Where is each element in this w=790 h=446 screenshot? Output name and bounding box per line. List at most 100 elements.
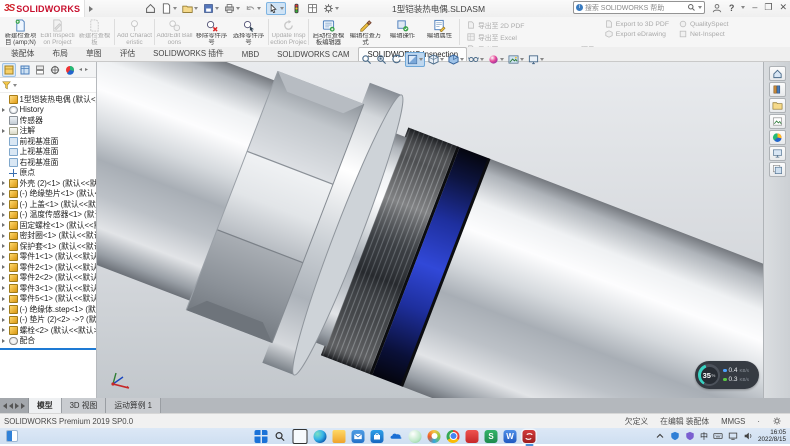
filter-caret[interactable] [13, 84, 17, 87]
edit-inspection-project-button[interactable]: Edit Inspection Project [39, 17, 76, 47]
red-app-icon[interactable] [466, 430, 479, 443]
add-edit-balloons-button[interactable]: Add/Edit Balloons [156, 17, 193, 47]
3d-views-tab[interactable]: 3D 视图 [62, 398, 107, 413]
tree-item-component[interactable]: 外壳 (2)<1> (默认<<默认>_显示状 [0, 178, 96, 189]
add-characteristic-button[interactable]: Add Characteristic [116, 17, 153, 47]
apply-scene-icon[interactable] [507, 53, 525, 66]
zoom-area-icon[interactable] [375, 53, 388, 66]
custom-properties-tab[interactable] [769, 146, 786, 161]
status-options-icon[interactable] [772, 416, 782, 426]
tab-evaluate[interactable]: 评估 [111, 45, 145, 61]
solidworks-app-icon[interactable] [523, 430, 536, 443]
tab-sketch[interactable]: 草图 [77, 45, 111, 61]
tree-item-component[interactable]: 螺栓<2> (默认<<默认>_显示状态 [0, 325, 96, 336]
previous-view-icon[interactable] [390, 53, 403, 66]
tree-item-component[interactable]: 零件3<1> (默认<<默认>_显示状 [0, 283, 96, 294]
section-view-icon[interactable] [405, 52, 425, 67]
taskbar-search-icon[interactable] [274, 430, 287, 443]
tree-item-right-plane[interactable]: 右视基准面 [0, 157, 96, 168]
edge-browser-icon[interactable] [314, 430, 327, 443]
new-document-button[interactable] [161, 3, 177, 14]
tab-mbd[interactable]: MBD [233, 47, 268, 61]
display-cast-icon[interactable] [728, 431, 738, 441]
help-caret[interactable] [741, 6, 745, 9]
propertymanager-tab[interactable] [19, 64, 31, 76]
motion-study-tab[interactable]: 运动算例 1 [106, 398, 161, 413]
options-button[interactable] [323, 3, 339, 14]
hide-show-items-icon[interactable] [467, 53, 485, 66]
tab-scroll-buttons[interactable] [0, 398, 29, 413]
security-purple-icon[interactable] [685, 431, 695, 441]
volume-icon[interactable] [743, 431, 753, 441]
tree-item-top-plane[interactable]: 上视基准面 [0, 147, 96, 158]
help-button[interactable]: ? [729, 3, 735, 13]
wps-app-icon[interactable]: W [504, 430, 517, 443]
view-orientation-icon[interactable] [427, 53, 445, 66]
tree-item-sensors[interactable]: 传感器 [0, 115, 96, 126]
tree-item-component[interactable]: (-) 温度传感器<1> (默认<<默认>_ [0, 210, 96, 221]
open-button[interactable] [182, 3, 198, 14]
update-inspection-project-button[interactable]: Update Inspection Project [270, 17, 307, 47]
chat-app-icon[interactable] [409, 430, 422, 443]
home-button[interactable] [145, 3, 156, 14]
panel-tab-scroll-left-icon[interactable]: ◂ [79, 66, 82, 73]
rebuild-button[interactable] [291, 3, 302, 14]
edit-appearance-icon[interactable] [487, 53, 505, 66]
tree-item-origin[interactable]: 原点 [0, 168, 96, 179]
new-inspection-project-button[interactable]: 新建检查项目 (amp;N) [2, 17, 39, 47]
minimize-button[interactable]: – [752, 3, 757, 12]
ime-indicator[interactable]: 中 [700, 431, 708, 442]
chrome-icon[interactable] [447, 430, 460, 443]
forum-tab[interactable] [769, 162, 786, 177]
edit-properties-button[interactable]: 编辑属性 [421, 17, 458, 47]
tree-item-component[interactable]: (-) 绝缘体.step<1> (默认<<默认> [0, 304, 96, 315]
file-explorer-icon[interactable] [333, 430, 346, 443]
tree-item-component[interactable]: 零件5<1> (默认<<默认>_显示状 [0, 294, 96, 305]
search-icon[interactable] [687, 3, 696, 12]
onedrive-icon[interactable] [390, 430, 403, 443]
graphics-viewport[interactable]: 35% 0.4 KB/s 0.3 KB/s [97, 62, 763, 398]
taskbar-clock[interactable]: 16:05 2022/8/15 [758, 429, 786, 443]
widgets-icon[interactable] [6, 430, 18, 442]
export-edrawing-item[interactable]: Export eDrawing [605, 30, 669, 38]
tree-item-annotations[interactable]: 注解 [0, 126, 96, 137]
touch-keyboard-icon[interactable] [713, 431, 723, 441]
select-balloon-number-button[interactable]: 选择零件序号 [230, 17, 267, 47]
tree-item-component[interactable]: (-) 绝缘垫片<1> (默认<<默认>_显 [0, 189, 96, 200]
tree-item-component[interactable]: 密封圈<1> (默认<<默认>_显示状 [0, 231, 96, 242]
net-inspect-item[interactable]: Net-Inspect [679, 30, 729, 38]
edit-inspection-method-button[interactable]: 编辑检查方式 [347, 17, 384, 47]
model-tab[interactable]: 模型 [29, 398, 62, 413]
undo-button[interactable] [245, 3, 261, 14]
menu-flyout-icon[interactable] [89, 6, 93, 12]
export-excel-item[interactable]: 导出至 Excel [467, 32, 595, 42]
display-style-icon[interactable] [447, 53, 465, 66]
tree-item-component[interactable]: 保护套<1> (默认<<默认>_显示状 [0, 241, 96, 252]
tree-item-component[interactable]: (-) 上盖<1> (默认<<默认>_显示状 [0, 199, 96, 210]
browser-app-icon[interactable] [428, 430, 441, 443]
filter-funnel-icon[interactable] [2, 81, 11, 90]
save-button[interactable] [203, 3, 219, 14]
displaymanager-tab[interactable] [64, 64, 76, 76]
mail-icon[interactable] [352, 430, 365, 443]
microsoft-store-icon[interactable] [371, 430, 384, 443]
new-inspection-template-button[interactable]: 新建检查模板 [76, 17, 113, 47]
start-button[interactable] [255, 430, 268, 443]
panel-splitter[interactable] [0, 348, 96, 350]
tree-item-component[interactable]: 零件1<1> (默认<<默认>_显示状态 [0, 252, 96, 263]
tab-assembly[interactable]: 装配体 [2, 45, 43, 61]
tree-item-assembly-root[interactable]: 1型铠装热电偶 (默认<默认_显示状态-1 [0, 94, 96, 105]
net-speed-overlay[interactable]: 35% 0.4 KB/s 0.3 KB/s [695, 361, 759, 389]
view-palette-tab[interactable] [769, 114, 786, 129]
zoom-fit-icon[interactable] [360, 53, 373, 66]
appearances-scenes-tab[interactable] [769, 130, 786, 145]
units-selector[interactable]: MMGS [721, 417, 745, 426]
panel-tab-scroll-right-icon[interactable]: ▸ [85, 66, 88, 73]
security-blue-icon[interactable] [670, 431, 680, 441]
tab-addins[interactable]: SOLIDWORKS 插件 [144, 45, 233, 61]
tray-expand-chevron-icon[interactable] [655, 431, 665, 441]
design-library-tab[interactable] [769, 82, 786, 97]
configurationmanager-tab[interactable] [34, 64, 46, 76]
featuremanager-tab[interactable] [2, 63, 16, 77]
units-caret[interactable]: · [757, 417, 760, 426]
